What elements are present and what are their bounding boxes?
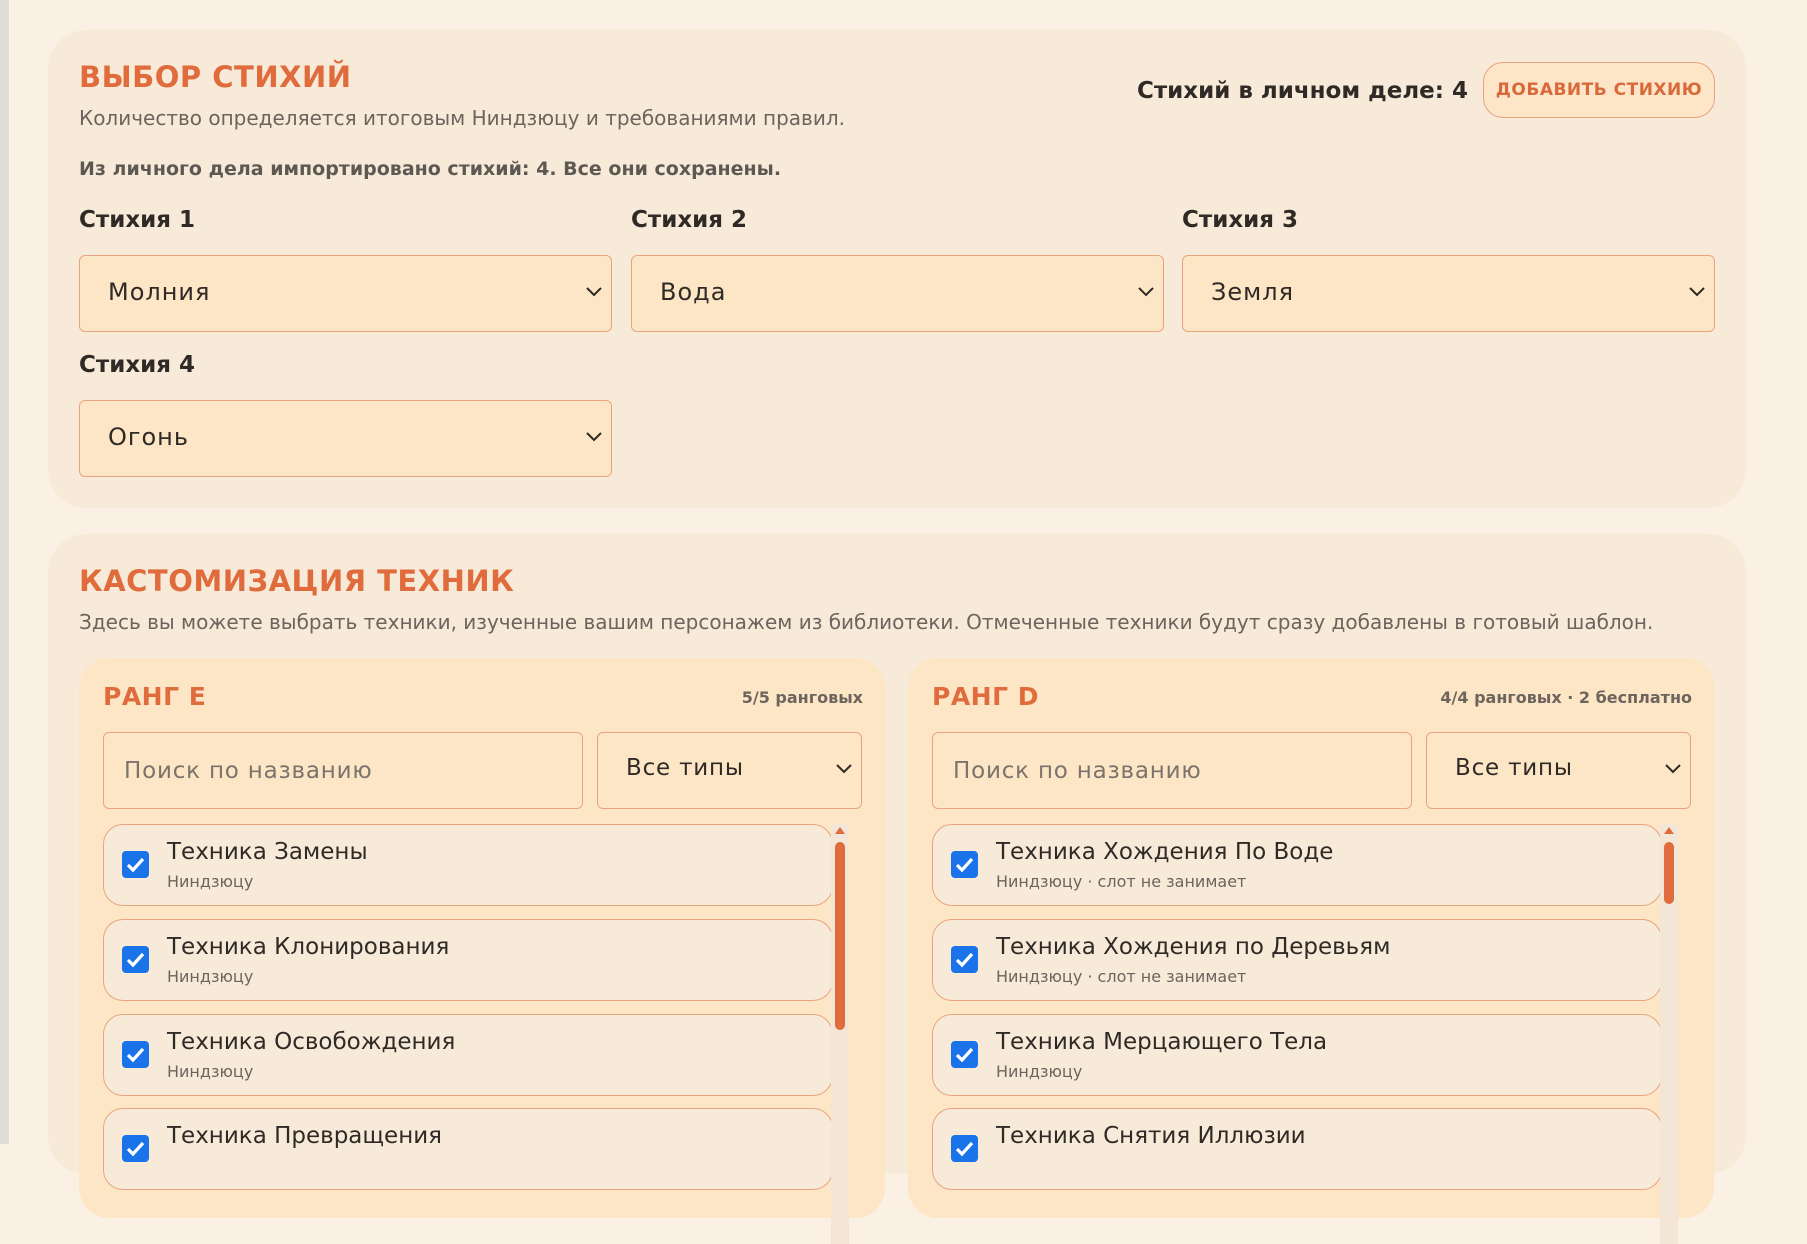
technique-meta: Ниндзюцу	[167, 967, 254, 986]
rank-e-type-value: Все типы	[626, 755, 744, 781]
technique-item[interactable]: Техника Превращения	[103, 1108, 833, 1190]
chevron-down-icon	[586, 287, 602, 297]
technique-meta: Ниндзюцу	[167, 872, 254, 891]
technique-name: Техника Клонирования	[167, 934, 450, 960]
technique-name: Техника Мерцающего Тела	[996, 1029, 1328, 1055]
element-3-value: Земля	[1211, 278, 1295, 306]
technique-meta: Ниндзюцу · слот не занимает	[996, 872, 1247, 891]
technique-meta: Ниндзюцу · слот не занимает	[996, 967, 1247, 986]
element-3-label: Стихия 3	[1182, 207, 1299, 233]
rank-e-card: РАНГ E 5/5 ранговых Все типы Техника Зам…	[79, 658, 885, 1244]
chevron-down-icon	[1138, 287, 1154, 297]
import-note: Из личного дела импортировано стихий: 4.…	[79, 158, 782, 180]
technique-item[interactable]: Техника Хождения По Воде Ниндзюцу · слот…	[932, 824, 1662, 906]
technique-item[interactable]: Техника Снятия Иллюзии	[932, 1108, 1662, 1190]
technique-item[interactable]: Техника Замены Ниндзюцу	[103, 824, 833, 906]
rank-e-search-input[interactable]	[103, 732, 583, 809]
checkbox-checked-icon[interactable]	[122, 851, 149, 878]
techniques-title: КАСТОМИЗАЦИЯ ТЕХНИК	[79, 564, 515, 598]
technique-name: Техника Хождения По Воде	[996, 839, 1334, 865]
checkbox-checked-icon[interactable]	[951, 851, 978, 878]
technique-item[interactable]: Техника Мерцающего Тела Ниндзюцу	[932, 1014, 1662, 1096]
checkbox-checked-icon[interactable]	[122, 1041, 149, 1068]
technique-meta: Ниндзюцу	[996, 1062, 1083, 1081]
chevron-down-icon	[586, 432, 602, 442]
technique-meta: Ниндзюцу	[167, 1062, 254, 1081]
technique-item[interactable]: Техника Клонирования Ниндзюцу	[103, 919, 833, 1001]
rank-d-stat: 4/4 ранговых · 2 бесплатно	[1440, 688, 1692, 707]
element-1-label: Стихия 1	[79, 207, 196, 233]
element-4-select[interactable]: Огонь	[79, 400, 612, 477]
checkbox-checked-icon[interactable]	[951, 1135, 978, 1162]
technique-item[interactable]: Техника Хождения по Деревьям Ниндзюцу · …	[932, 919, 1662, 1001]
add-element-button[interactable]: ДОБАВИТЬ СТИХИЮ	[1483, 62, 1715, 118]
element-2-label: Стихия 2	[631, 207, 748, 233]
technique-name: Техника Хождения по Деревьям	[996, 934, 1391, 960]
element-4-label: Стихия 4	[79, 352, 196, 378]
element-2-select[interactable]: Вода	[631, 255, 1164, 332]
rank-e-scrollbar[interactable]	[831, 824, 849, 1244]
scrollbar-thumb[interactable]	[1664, 842, 1674, 904]
technique-name: Техника Замены	[167, 839, 368, 865]
chevron-down-icon	[1665, 764, 1681, 774]
chevron-down-icon	[836, 764, 852, 774]
rank-e-stat: 5/5 ранговых	[741, 688, 863, 707]
technique-name: Техника Освобождения	[167, 1029, 456, 1055]
rank-e-title: РАНГ E	[103, 682, 207, 711]
technique-name: Техника Превращения	[167, 1123, 443, 1149]
element-3-select[interactable]: Земля	[1182, 255, 1715, 332]
technique-item[interactable]: Техника Освобождения Ниндзюцу	[103, 1014, 833, 1096]
elements-title: ВЫБОР СТИХИЙ	[79, 60, 352, 94]
rank-d-technique-list[interactable]: Техника Хождения По Воде Ниндзюцу · слот…	[932, 824, 1662, 1224]
element-1-select[interactable]: Молния	[79, 255, 612, 332]
rank-d-card: РАНГ D 4/4 ранговых · 2 бесплатно Все ти…	[908, 658, 1714, 1244]
checkbox-checked-icon[interactable]	[951, 1041, 978, 1068]
techniques-panel: КАСТОМИЗАЦИЯ ТЕХНИК Здесь вы можете выбр…	[48, 534, 1746, 1244]
element-1-value: Молния	[108, 278, 211, 306]
rank-d-title: РАНГ D	[932, 682, 1039, 711]
checkbox-checked-icon[interactable]	[122, 1135, 149, 1162]
elements-panel: ВЫБОР СТИХИЙ Количество определяется ито…	[48, 30, 1746, 508]
rank-e-type-select[interactable]: Все типы	[597, 732, 862, 809]
scrollbar-thumb[interactable]	[835, 842, 845, 1030]
scroll-up-arrow-icon[interactable]	[835, 827, 845, 834]
chevron-down-icon	[1689, 287, 1705, 297]
elements-count: Стихий в личном деле: 4	[1136, 78, 1468, 104]
rank-e-technique-list[interactable]: Техника Замены Ниндзюцу Техника Клониров…	[103, 824, 833, 1224]
rank-d-scrollbar[interactable]	[1660, 824, 1678, 1244]
element-2-value: Вода	[660, 278, 727, 306]
scroll-up-arrow-icon[interactable]	[1664, 827, 1674, 834]
rank-d-type-select[interactable]: Все типы	[1426, 732, 1691, 809]
element-4-value: Огонь	[108, 423, 190, 451]
techniques-subtitle: Здесь вы можете выбрать техники, изученн…	[79, 610, 1654, 634]
rank-d-type-value: Все типы	[1455, 755, 1573, 781]
rank-d-search-input[interactable]	[932, 732, 1412, 809]
technique-name: Техника Снятия Иллюзии	[996, 1123, 1306, 1149]
checkbox-checked-icon[interactable]	[951, 946, 978, 973]
checkbox-checked-icon[interactable]	[122, 946, 149, 973]
window-edge	[0, 0, 9, 1144]
elements-subtitle: Количество определяется итоговым Ниндзюц…	[79, 106, 845, 130]
